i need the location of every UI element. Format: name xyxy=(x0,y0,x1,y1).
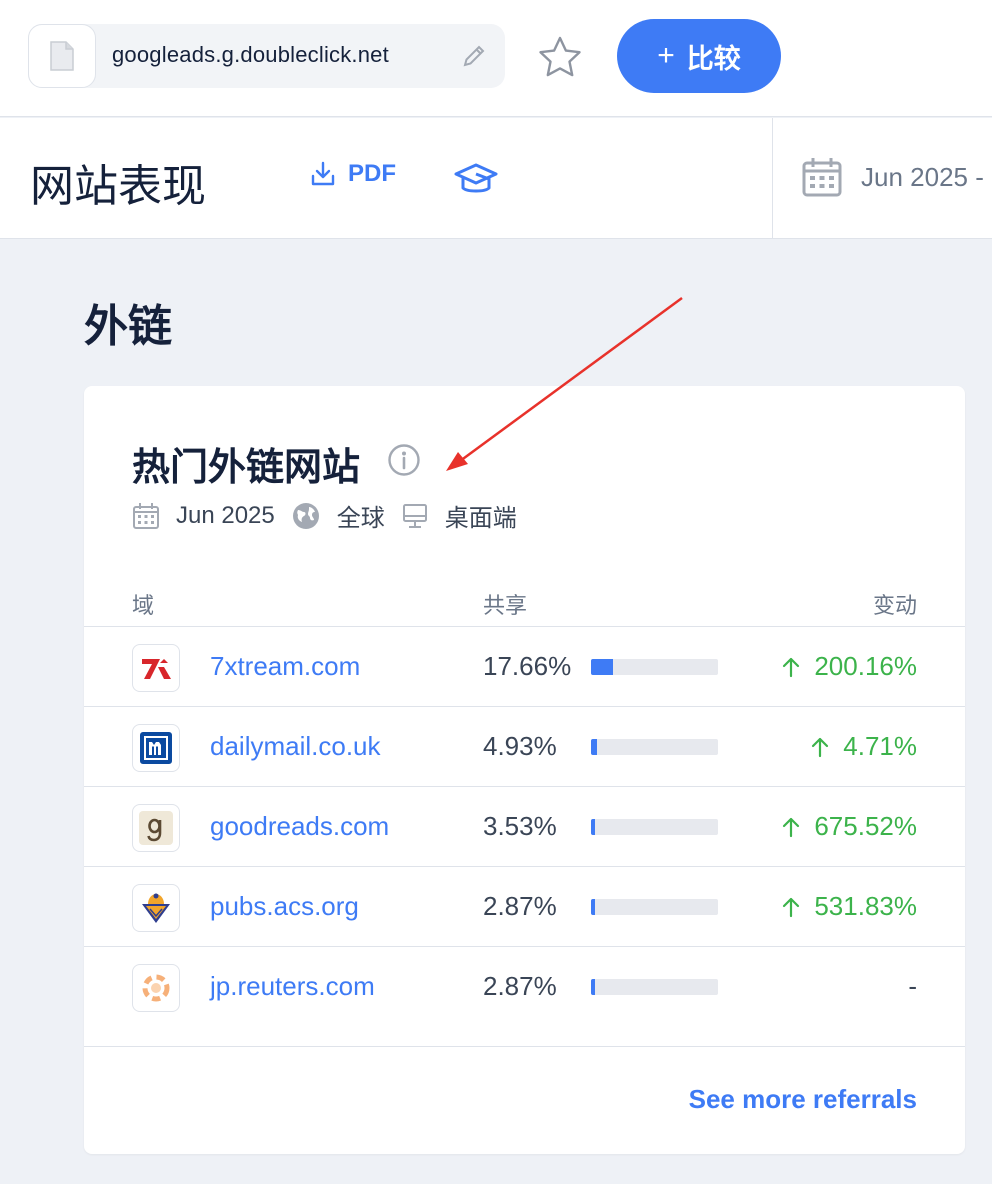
card-filters: Jun 2025 全球 桌面端 xyxy=(132,498,533,533)
share-value: 2.87% xyxy=(483,971,557,1001)
page-header: 网站表现 PDF Jun 2025 - xyxy=(0,118,992,239)
share-bar xyxy=(591,979,718,995)
share-bar xyxy=(591,819,718,835)
share-bar xyxy=(591,899,718,915)
share-value: 17.66% xyxy=(483,651,572,681)
card-title: 热门外链网站 xyxy=(132,447,361,489)
site-link[interactable]: goodreads.com xyxy=(210,811,389,842)
globe-icon xyxy=(292,502,319,529)
change-text: 675.52% xyxy=(814,811,917,841)
site-link[interactable]: pubs.acs.org xyxy=(210,891,359,922)
share-value: 4.93% xyxy=(483,731,557,761)
calendar-icon xyxy=(802,158,842,197)
plus-icon: + xyxy=(657,39,675,72)
dailymail-logo-icon xyxy=(140,732,172,764)
change-value: - xyxy=(908,971,917,1002)
pdf-download-button[interactable]: PDF xyxy=(310,160,396,188)
site-link[interactable]: dailymail.co.uk xyxy=(210,731,381,762)
section-title: 外链 xyxy=(84,302,172,351)
share-bar-fill xyxy=(591,899,595,915)
change-value: 675.52% xyxy=(782,811,917,842)
filter-device: 桌面端 xyxy=(401,498,517,533)
arrow-up-icon xyxy=(812,737,829,757)
document-icon xyxy=(50,41,74,71)
arrow-up-icon xyxy=(783,897,800,917)
change-value: 4.71% xyxy=(811,731,917,762)
share-bar-fill xyxy=(591,979,595,995)
share-bar-fill xyxy=(591,819,596,835)
pencil-icon[interactable] xyxy=(460,42,488,70)
reuters-logo-icon xyxy=(142,974,170,1002)
table-row: goodreads.com 3.53% 675.52% xyxy=(84,787,965,867)
filter-date: Jun 2025 xyxy=(132,502,275,530)
site-logo xyxy=(132,964,180,1012)
page-title: 网站表现 xyxy=(30,162,206,211)
filter-date-text: Jun 2025 xyxy=(176,501,275,529)
column-header-domain: 域 xyxy=(132,593,155,618)
compare-label: 比较 xyxy=(686,43,741,74)
table-row: pubs.acs.org 2.87% 531.83% xyxy=(84,867,965,947)
arrow-up-icon xyxy=(783,657,800,677)
see-more-referrals-link[interactable]: See more referrals xyxy=(689,1084,917,1115)
share-bar-fill xyxy=(591,659,614,675)
table-row: dailymail.co.uk 4.93% 4.71% xyxy=(84,707,965,787)
7xtream-logo-icon xyxy=(142,659,171,679)
share-bar xyxy=(591,659,718,675)
change-value: 200.16% xyxy=(782,651,917,682)
footer-divider xyxy=(84,1046,965,1047)
change-text: 200.16% xyxy=(814,651,917,681)
star-icon[interactable] xyxy=(537,35,583,79)
acs-logo-icon xyxy=(142,893,170,923)
site-logo xyxy=(132,884,180,932)
change-text: - xyxy=(908,971,917,1001)
goodreads-logo-icon xyxy=(139,811,173,845)
change-text: 4.71% xyxy=(843,731,917,761)
calendar-icon xyxy=(133,502,159,529)
filter-region-text: 全球 xyxy=(336,505,385,532)
change-text: 531.83% xyxy=(814,891,917,921)
column-header-share: 共享 xyxy=(483,593,528,618)
graduation-cap-icon[interactable] xyxy=(453,160,499,200)
pdf-label: PDF xyxy=(348,160,396,187)
change-value: 531.83% xyxy=(782,891,917,922)
site-link[interactable]: jp.reuters.com xyxy=(210,971,375,1002)
arrow-up-icon xyxy=(783,817,800,837)
download-icon xyxy=(311,161,335,186)
site-logo xyxy=(132,724,180,772)
date-range-text: Jun 2025 - xyxy=(861,162,984,192)
desktop-icon xyxy=(402,503,427,528)
info-icon[interactable] xyxy=(387,443,421,477)
site-link[interactable]: 7xtream.com xyxy=(210,651,360,682)
filter-region: 全球 xyxy=(291,498,385,533)
share-bar-fill xyxy=(591,739,598,755)
site-logo xyxy=(132,804,180,852)
share-value: 2.87% xyxy=(483,891,557,921)
filter-device-text: 桌面端 xyxy=(444,505,517,532)
top-bar: googleads.g.doubleclick.net + 比较 xyxy=(0,0,992,117)
share-bar xyxy=(591,739,718,755)
date-range-picker[interactable]: Jun 2025 - xyxy=(772,118,992,239)
site-logo xyxy=(132,644,180,692)
table-row: 7xtream.com 17.66% 200.16% xyxy=(84,627,965,707)
site-favicon xyxy=(28,24,96,88)
domain-selector[interactable]: googleads.g.doubleclick.net xyxy=(28,24,505,88)
column-header-change: 变动 xyxy=(872,593,917,618)
share-value: 3.53% xyxy=(483,811,557,841)
top-referrals-card: 热门外链网站 Jun 2025 全球 桌面端 域 共享 变动 7xtream.c… xyxy=(84,386,965,1154)
domain-text: googleads.g.doubleclick.net xyxy=(112,42,389,67)
compare-button[interactable]: + 比较 xyxy=(617,19,781,93)
table-row: jp.reuters.com 2.87% - xyxy=(84,947,965,1027)
